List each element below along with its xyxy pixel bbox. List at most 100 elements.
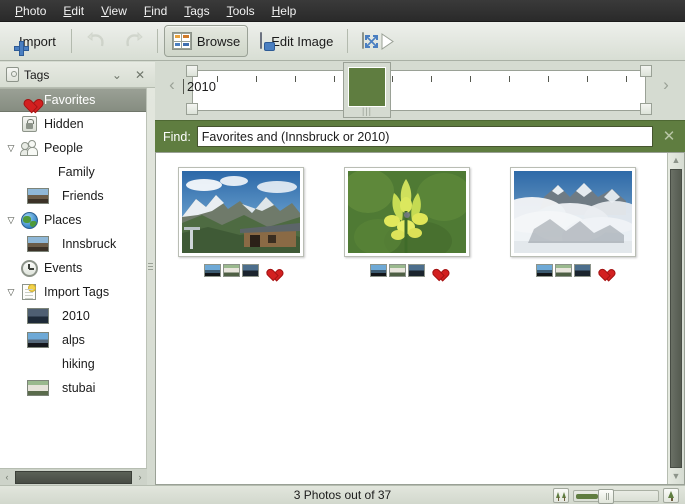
tag-thumbnail-icon[interactable] — [389, 264, 406, 277]
photo-tag-row — [536, 264, 610, 277]
thumbnail-size-slider[interactable] — [573, 488, 659, 504]
clock-icon — [18, 259, 40, 277]
clouds-mountains-photo[interactable] — [514, 171, 632, 253]
expander-icon[interactable]: ▽ — [4, 215, 18, 226]
edit-image-button[interactable]: Edit Image — [252, 25, 341, 57]
expander-icon[interactable]: ▽ — [4, 287, 18, 298]
favorite-heart-icon[interactable] — [596, 264, 610, 277]
tag-thumbnail-icon[interactable] — [536, 264, 553, 277]
sidebar-item-places[interactable]: ▽ Places — [0, 208, 146, 232]
photo-frame[interactable] — [510, 167, 636, 257]
menu-item-help[interactable]: Help — [264, 3, 306, 19]
import-button[interactable]: Import — [6, 25, 64, 57]
timeline-tick — [431, 76, 432, 82]
photo-cell[interactable] — [490, 161, 656, 277]
chevron-down-icon[interactable]: ⌄ — [108, 68, 126, 82]
sidebar-item-innsbruck[interactable]: ▽ Innsbruck — [0, 232, 146, 256]
mountain-hut-photo[interactable] — [182, 171, 300, 253]
photo-frame[interactable] — [178, 167, 304, 257]
tag-thumbnail-icon[interactable] — [408, 264, 425, 277]
find-input[interactable]: Favorites and (Innsbruck or 2010) — [196, 126, 653, 147]
undo-button[interactable] — [79, 25, 115, 57]
photo-thumbnail-icon — [18, 332, 58, 348]
sidebar-item-favorites[interactable]: ▽ Favorites — [0, 88, 146, 112]
menu-item-find[interactable]: Find — [136, 3, 176, 19]
tag-thumbnail-icon[interactable] — [242, 264, 259, 277]
large-tree-icon[interactable] — [663, 488, 679, 503]
timeline-tick — [470, 76, 471, 82]
photo-vertical-scrollbar[interactable]: ▲ ▼ — [667, 153, 684, 484]
timeline-bucket-bar — [348, 67, 386, 107]
sidebar-item-events[interactable]: ▽ Events — [0, 256, 146, 280]
sidebar-item-people[interactable]: ▽ People — [0, 136, 146, 160]
timeline-current-bucket[interactable]: ||| — [343, 62, 391, 118]
menu-item-tags[interactable]: Tags — [176, 3, 218, 19]
sidebar-item-friends[interactable]: ▽ Friends — [0, 184, 146, 208]
scroll-down-arrow-icon[interactable]: ▼ — [668, 469, 684, 484]
timeline-body[interactable]: 2010 ||| — [179, 62, 659, 118]
tag-icon — [6, 67, 19, 82]
close-icon[interactable]: ✕ — [659, 128, 679, 146]
sidebar-resize-grip[interactable] — [146, 88, 155, 485]
menu-item-view[interactable]: View — [93, 3, 136, 19]
sidebar-item-hidden[interactable]: ▽ Hidden — [0, 112, 146, 136]
tag-thumbnail-icon[interactable] — [574, 264, 591, 277]
slider-knob[interactable] — [598, 488, 614, 504]
browse-button-label: Browse — [196, 33, 241, 49]
timeline-drag-handle[interactable]: ||| — [344, 107, 390, 116]
scroll-left-arrow-icon[interactable]: ‹ — [0, 470, 14, 484]
timeline-handle-bottom-right[interactable] — [640, 103, 652, 115]
photo-cell[interactable] — [158, 161, 324, 277]
tag-thumbnail-icon[interactable] — [204, 264, 221, 277]
yellow-flower-photo[interactable] — [348, 171, 466, 253]
sidebar-item-hiking[interactable]: ▽ hiking — [0, 352, 146, 376]
scrollbar-thumb[interactable] — [670, 169, 682, 468]
thumbnail-size-control[interactable] — [553, 488, 679, 504]
sidebar-item-alps[interactable]: ▽ alps — [0, 328, 146, 352]
menu-item-tools[interactable]: Tools — [219, 3, 264, 19]
small-trees-icon[interactable] — [553, 488, 569, 503]
timeline-handle-bottom-left[interactable] — [186, 103, 198, 115]
photo-thumbnail-icon — [18, 236, 58, 252]
browse-button[interactable]: Browse — [163, 25, 249, 57]
people-icon — [18, 140, 40, 156]
sidebar-item-stubai[interactable]: ▽ stubai — [0, 376, 146, 400]
menu-item-photo[interactable]: Photo — [7, 3, 55, 19]
sidebar-item-import-tags[interactable]: ▽ Import Tags — [0, 280, 146, 304]
tag-thumbnail-icon[interactable] — [223, 264, 240, 277]
sidebar-item-family[interactable]: ▽ Family — [0, 160, 146, 184]
timeline-tick — [587, 76, 588, 82]
fullscreen-button[interactable] — [354, 25, 379, 57]
tag-thumbnail-icon[interactable] — [555, 264, 572, 277]
timeline-tick — [509, 76, 510, 82]
redo-button[interactable] — [115, 25, 151, 57]
timeline-widget[interactable]: ‹ 2010 ||| › — [165, 62, 685, 118]
timeline-year-label: 2010 — [183, 79, 216, 94]
sidebar-item-label: Favorites — [44, 93, 96, 107]
tag-thumbnail-icon[interactable] — [370, 264, 387, 277]
close-icon[interactable]: ✕ — [131, 68, 149, 82]
favorite-heart-icon[interactable] — [430, 264, 444, 277]
expander-icon[interactable]: ▽ — [4, 143, 18, 154]
sidebar-item-label: Innsbruck — [62, 237, 117, 251]
sidebar-item-label: Friends — [62, 189, 104, 203]
timeline-next-arrow[interactable]: › — [659, 62, 673, 108]
tags-tree[interactable]: ▽ Favorites ▽ Hidden ▽ People ▽ Family — [0, 88, 147, 468]
scrollbar-thumb[interactable] — [15, 470, 132, 484]
timeline-handle-top-right[interactable] — [640, 65, 652, 77]
play-icon — [380, 32, 398, 50]
photo-cell[interactable] — [324, 161, 490, 277]
timeline-tick — [392, 76, 393, 82]
scroll-up-arrow-icon[interactable]: ▲ — [668, 153, 684, 168]
sidebar-horizontal-scrollbar[interactable]: ‹ › — [0, 468, 147, 485]
sidebar-item-2010[interactable]: ▽ 2010 — [0, 304, 146, 328]
scroll-right-arrow-icon[interactable]: › — [133, 470, 147, 484]
photo-thumbnail-icon — [18, 188, 58, 204]
menu-item-edit[interactable]: Edit — [55, 3, 93, 19]
photo-tag-row — [370, 264, 444, 277]
timeline-prev-arrow[interactable]: ‹ — [165, 62, 179, 108]
timeline-track[interactable] — [192, 70, 646, 111]
photo-frame[interactable] — [344, 167, 470, 257]
timeline-handle-top-left[interactable] — [186, 65, 198, 77]
favorite-heart-icon[interactable] — [264, 264, 278, 277]
